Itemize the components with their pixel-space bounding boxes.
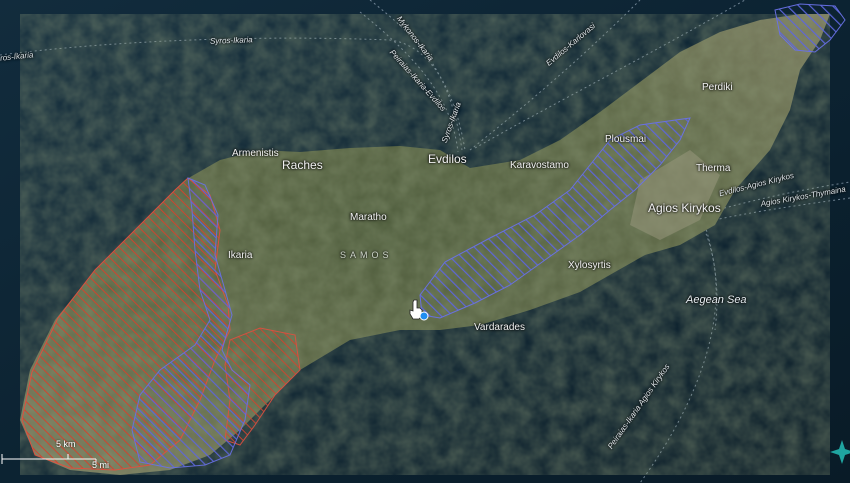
- town-label-ikaria[interactable]: Ikaria: [228, 250, 252, 261]
- scale-lower-label: 5 mi: [92, 460, 110, 470]
- region-label: SAMOS: [340, 250, 393, 260]
- map-view[interactable]: 5 km 5 mi ros-Ikaria Syros-Ikaria Mykono…: [0, 0, 850, 483]
- town-label-agios-kirykos[interactable]: Agios Kirykos: [648, 201, 721, 215]
- town-label-perdiki[interactable]: Perdiki: [702, 82, 733, 93]
- map-canvas[interactable]: [0, 0, 850, 483]
- town-label-raches[interactable]: Raches: [282, 158, 323, 172]
- town-label-maratho[interactable]: Maratho: [350, 212, 387, 223]
- location-marker-icon: [419, 311, 429, 321]
- town-label-plousmai[interactable]: Plousmai: [605, 134, 646, 145]
- town-label-evdilos[interactable]: Evdilos: [428, 152, 467, 166]
- scale-upper-label: 5 km: [56, 439, 76, 449]
- town-label-xylosyrtis[interactable]: Xylosyrtis: [568, 260, 611, 271]
- ferry-label-syros-ikaria-west: Syros-Ikaria: [209, 35, 253, 46]
- town-label-vardarades[interactable]: Vardarades: [474, 322, 525, 333]
- town-label-karavostamo[interactable]: Karavostamo: [510, 160, 569, 171]
- town-label-armenistis[interactable]: Armenistis: [232, 148, 279, 159]
- town-label-therma[interactable]: Therma: [696, 163, 730, 174]
- sea-label: Aegean Sea: [686, 294, 747, 306]
